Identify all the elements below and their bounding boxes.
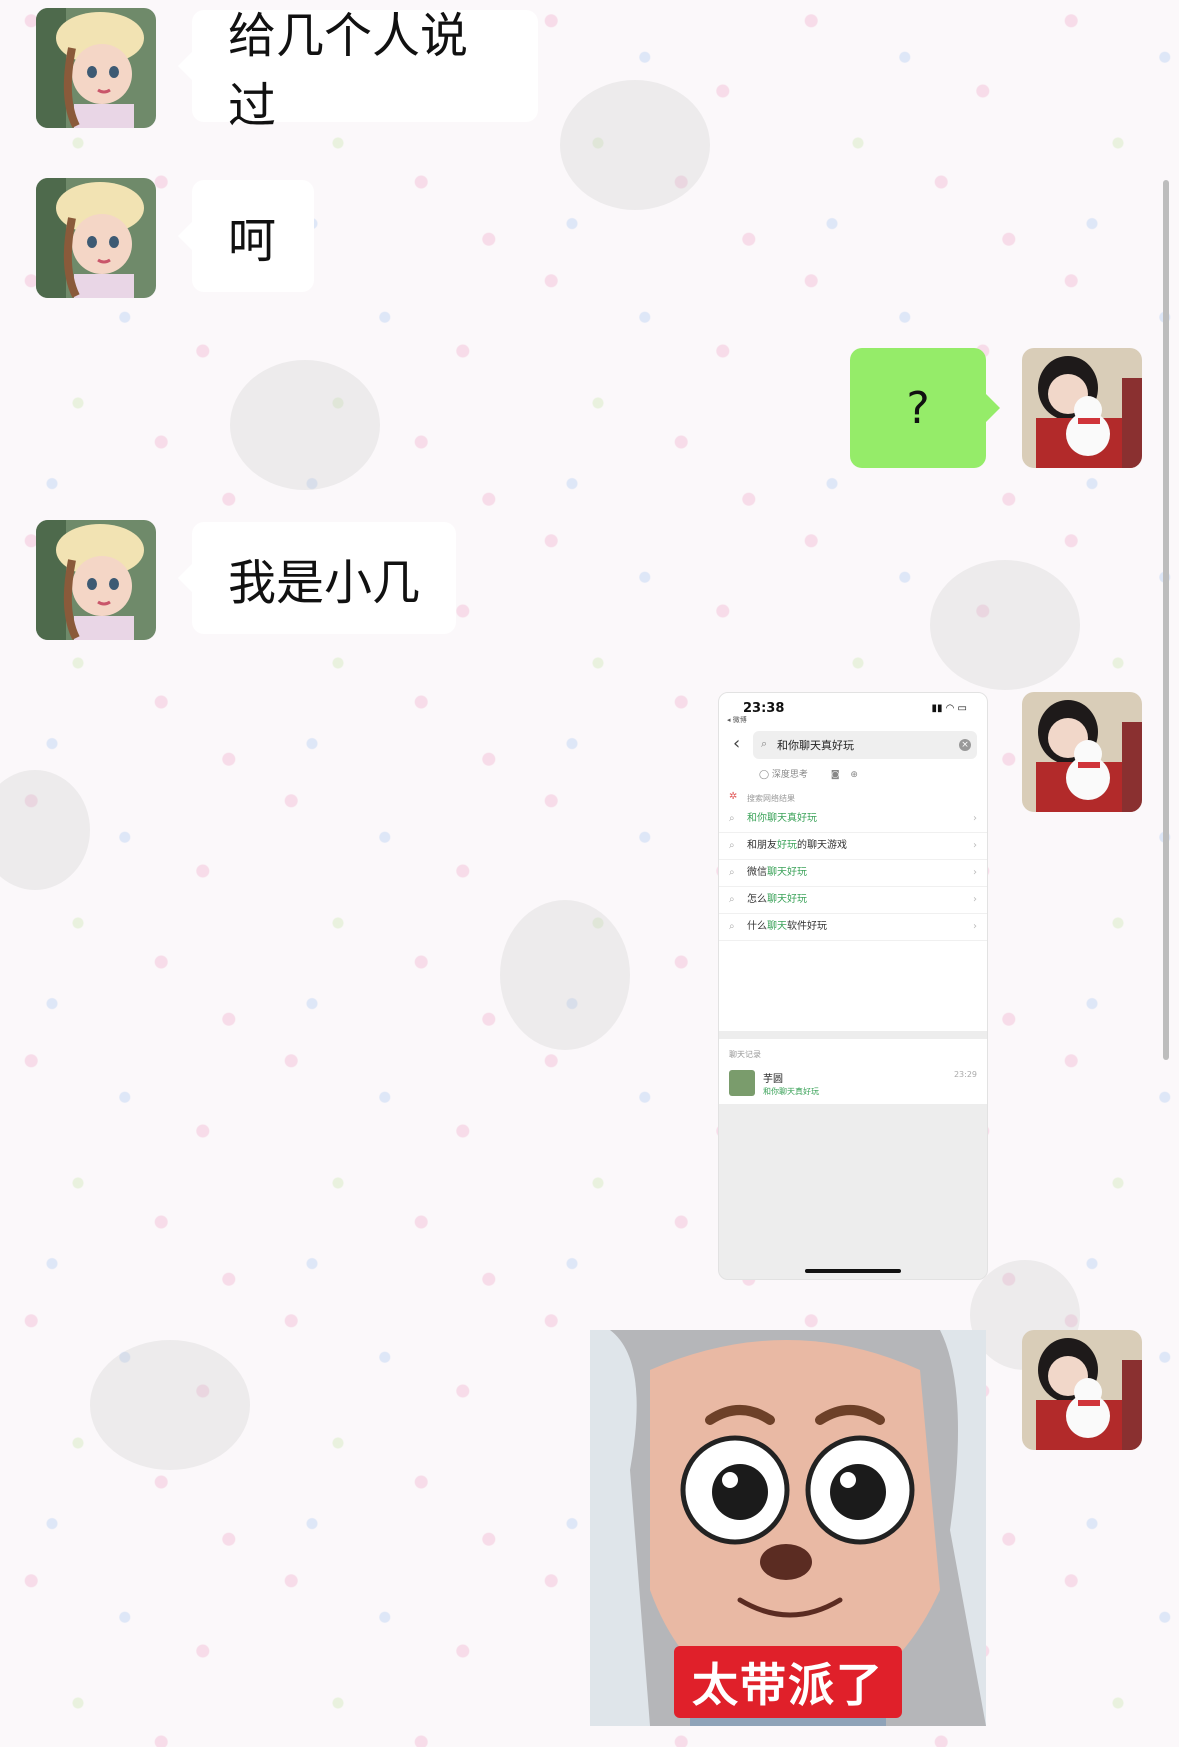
doll-avatar-icon: [36, 8, 156, 128]
doll-avatar-icon: [36, 178, 156, 298]
search-icon: ⌕: [729, 867, 735, 878]
chevron-right-icon: ›: [973, 921, 977, 932]
search-icon: ⌕: [729, 813, 735, 824]
web-results-header: ✲ 搜索网络结果: [719, 787, 987, 806]
sparkle-icon: ✲: [729, 791, 738, 802]
camera-icon: ◙: [830, 770, 840, 780]
suggestion-item: ⌕ 什么聊天软件好玩 ›: [719, 914, 987, 941]
suggestion-highlight: 和你聊天真好玩: [747, 813, 817, 824]
chat-history-header: 聊天记录: [719, 1039, 987, 1064]
chevron-right-icon: ›: [973, 840, 977, 851]
girl-avatar-icon: [1022, 692, 1142, 812]
search-options: ◯ 深度思考 ◙ ⊕: [719, 763, 987, 787]
suggestion-highlight: 聊天好玩: [767, 867, 807, 878]
elephant-decoration: [230, 360, 380, 490]
message-text: 呵: [228, 213, 277, 269]
elephant-decoration: [0, 770, 90, 890]
message-text: 给几个人说过: [228, 8, 469, 134]
suggestion-highlight: 聊天好玩: [767, 894, 807, 905]
suggestion-item: ⌕ 和你聊天真好玩 ›: [719, 806, 987, 833]
elephant-decoration: [500, 900, 630, 1050]
doll-avatar-icon: [36, 520, 156, 640]
section-title: 搜索网络结果: [747, 794, 795, 803]
back-icon: ‹: [733, 733, 741, 754]
chat-time: 23:29: [953, 1070, 977, 1079]
suggestion-highlight: 聊天: [767, 921, 787, 932]
suggestion-item: ⌕ 怎么聊天好玩 ›: [719, 887, 987, 914]
message-bubble-outgoing[interactable]: ?: [850, 348, 1000, 468]
message-text: ?: [906, 382, 930, 434]
search-icon: ⌕: [761, 737, 768, 750]
suggestion-text: 的聊天游戏: [797, 840, 847, 851]
status-bar: 23:38 ◂ 微博 ▮▮ ◠ ▭: [719, 693, 987, 727]
suggestion-text: 和朋友: [747, 840, 777, 851]
message-bubble-incoming[interactable]: 我是小几: [178, 522, 456, 634]
suggestion-item: ⌕ 微信聊天好玩 ›: [719, 860, 987, 887]
suggestion-text: 微信: [747, 867, 767, 878]
signal-wifi-battery-icon: ▮▮ ◠ ▭: [931, 703, 967, 714]
suggestion-text: 怎么: [747, 894, 767, 905]
contact-avatar[interactable]: [36, 520, 156, 640]
search-icon: ⌕: [729, 840, 735, 851]
clear-icon: ×: [959, 739, 971, 751]
elephant-decoration: [560, 80, 710, 210]
scrollbar[interactable]: [1163, 180, 1169, 1060]
status-carrier: ◂ 微博: [727, 716, 747, 724]
search-icon: ⌕: [729, 921, 735, 932]
suggestion-text: 什么: [747, 921, 767, 932]
girl-avatar-icon: [1022, 348, 1142, 468]
message-bubble-incoming[interactable]: 呵: [178, 180, 314, 292]
message-text: 我是小几: [228, 555, 421, 611]
girl-avatar-icon: [1022, 1330, 1142, 1450]
elephant-decoration: [930, 560, 1080, 690]
search-query: 和你聊天真好玩: [777, 739, 854, 752]
search-input: ⌕ 和你聊天真好玩 ×: [753, 731, 977, 759]
suggestion-item: ⌕ 和朋友好玩的聊天游戏 ›: [719, 833, 987, 860]
screenshot-image-message[interactable]: 23:38 ◂ 微博 ▮▮ ◠ ▭ ‹ ⌕ 和你聊天真好玩 × ◯ 深度思考 ◙…: [718, 692, 988, 1280]
chat-name: 芋圆: [763, 1074, 783, 1085]
deep-think-label: ◯ 深度思考: [759, 770, 808, 780]
home-indicator: [805, 1269, 901, 1273]
chevron-right-icon: ›: [973, 867, 977, 878]
chevron-right-icon: ›: [973, 813, 977, 824]
status-time: 23:38: [743, 701, 785, 716]
elephant-decoration: [90, 1340, 250, 1470]
contact-avatar[interactable]: [36, 8, 156, 128]
chat-message: 和你聊天真好玩: [763, 1087, 819, 1096]
my-avatar[interactable]: [1022, 348, 1142, 468]
chat-thumbnail: [729, 1070, 755, 1096]
contact-avatar[interactable]: [36, 178, 156, 298]
suggestion-text: 软件好玩: [787, 921, 827, 932]
plus-icon: ⊕: [850, 770, 858, 780]
chat-history-item: 芋圆 和你聊天真好玩 23:29: [719, 1064, 987, 1104]
my-avatar[interactable]: [1022, 1330, 1142, 1450]
sticker-image-message[interactable]: 太带派了: [590, 1330, 986, 1726]
message-bubble-incoming[interactable]: 给几个人说过: [178, 8, 538, 134]
screenshot-search-page: 23:38 ◂ 微博 ▮▮ ◠ ▭ ‹ ⌕ 和你聊天真好玩 × ◯ 深度思考 ◙…: [719, 693, 987, 1031]
search-icon: ⌕: [729, 894, 735, 905]
suggestion-highlight: 好玩: [777, 840, 797, 851]
sticker-caption: 太带派了: [674, 1646, 902, 1718]
my-avatar[interactable]: [1022, 692, 1142, 812]
chevron-right-icon: ›: [973, 894, 977, 905]
